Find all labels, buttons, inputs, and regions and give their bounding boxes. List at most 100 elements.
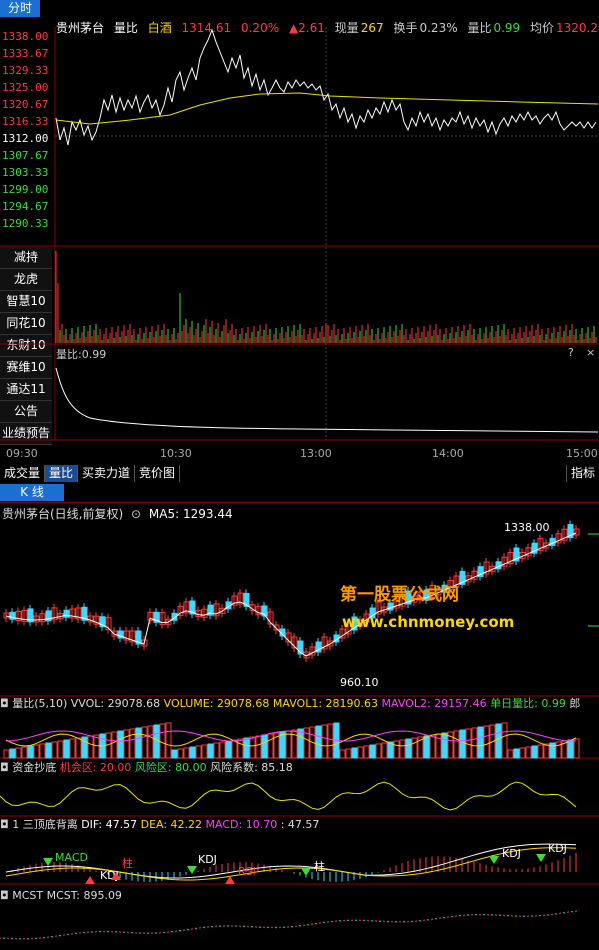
mcst-dot xyxy=(127,931,129,934)
volume-bar xyxy=(483,725,490,759)
volume-bar xyxy=(369,744,376,759)
volume-bar xyxy=(471,727,478,759)
mcst-dot xyxy=(59,934,61,937)
mavol1-label: MAVOL1: 28190.63 xyxy=(272,697,379,710)
volume-bar xyxy=(573,738,580,759)
volume-bar xyxy=(63,739,70,759)
tab-vol-ratio[interactable]: 量比 xyxy=(45,465,79,482)
mcst-dot xyxy=(27,937,29,940)
volume-bar xyxy=(315,725,322,759)
volume-bar xyxy=(249,736,256,759)
mcst-dot xyxy=(363,919,365,922)
volume-bar xyxy=(399,739,406,759)
volume-bar xyxy=(477,726,484,759)
volume-bar xyxy=(189,746,196,759)
volume-bar xyxy=(57,740,64,759)
mcst-dot xyxy=(143,932,145,934)
indicator-button[interactable]: 指标 xyxy=(565,465,595,482)
vol-pane-title[interactable]: 量比(5,10) xyxy=(12,697,67,710)
single-ratio-label: 单日量比: 0.99 xyxy=(490,697,566,710)
mcst-dot xyxy=(299,925,301,927)
help-icon[interactable]: ? xyxy=(568,346,574,359)
volume-bar xyxy=(213,742,220,759)
mcst-dot xyxy=(399,921,401,923)
mcst-dot xyxy=(283,926,285,929)
mcst-dot xyxy=(527,915,529,917)
mcst-dot xyxy=(379,920,381,922)
time-label-1400: 14:00 xyxy=(432,447,464,460)
tab-auction[interactable]: 竞价图 xyxy=(135,465,181,482)
mcst-dot xyxy=(479,913,481,916)
volume-bar xyxy=(351,747,358,759)
mcst-dot xyxy=(503,914,505,917)
time-label-0930: 09:30 xyxy=(6,447,38,460)
volume-bar xyxy=(123,729,130,759)
high-mark: 1338.00 xyxy=(504,521,550,534)
mcst-dot xyxy=(459,914,461,917)
mcst-dot xyxy=(107,930,109,933)
volume-bar xyxy=(441,732,448,759)
collapse-icon[interactable]: ◘ xyxy=(0,889,9,902)
volume-bar xyxy=(381,742,388,759)
volume-bar xyxy=(177,748,184,759)
mcst-dot xyxy=(215,925,217,928)
mcst-dot xyxy=(295,925,297,928)
mcst-dot xyxy=(319,922,321,924)
time-label-1500: 15:00 xyxy=(566,447,598,460)
collapse-icon[interactable]: ◘ xyxy=(0,761,9,774)
mcst-dot xyxy=(15,937,17,940)
risk-coef-label: 风险系数: 85.18 xyxy=(210,761,293,774)
volume-bar xyxy=(171,749,178,759)
volume-bar xyxy=(501,722,508,759)
mcst-dot xyxy=(303,924,305,927)
mcst-dot xyxy=(311,923,313,925)
volume-bar xyxy=(267,733,274,759)
intraday-chart xyxy=(0,27,599,441)
mcst-dot xyxy=(551,913,553,916)
mcst-dot xyxy=(263,926,265,929)
watermark-url: www.chnmoney.com xyxy=(342,613,515,631)
mcst-dot xyxy=(267,926,269,929)
mcst-dot xyxy=(179,929,181,932)
collapse-icon[interactable]: ◘ xyxy=(0,697,9,710)
down-arrow-icon xyxy=(301,868,311,876)
mcst-dot xyxy=(447,916,449,918)
mcst-dot xyxy=(199,927,201,929)
vol-ratio-curve xyxy=(55,367,599,433)
volume-bar xyxy=(3,749,10,759)
volume-bar xyxy=(243,737,250,759)
volume-bar xyxy=(225,740,232,759)
mcst-dot xyxy=(359,919,361,922)
tab-volume[interactable]: 成交量 xyxy=(0,465,46,482)
mcst-pane-title[interactable]: MCST xyxy=(12,889,43,902)
mcst-dot xyxy=(511,915,513,917)
mcst-dot xyxy=(475,913,477,916)
mcst-dot xyxy=(51,935,53,938)
tab-kline[interactable]: K 线 xyxy=(0,484,64,501)
mcst-dot xyxy=(47,936,49,938)
mcst-dot xyxy=(191,928,193,930)
volume-bar xyxy=(195,745,202,759)
time-label-1300: 13:00 xyxy=(300,447,332,460)
mcst-dot xyxy=(63,934,65,936)
volume-bar xyxy=(411,737,418,759)
mcst-dot xyxy=(147,932,149,934)
down-arrow-icon xyxy=(536,854,546,862)
mcst-dot xyxy=(55,935,57,937)
close-icon[interactable]: × xyxy=(586,346,595,359)
volume-bar xyxy=(357,746,364,759)
mcst-dot xyxy=(91,931,93,933)
collapse-icon[interactable]: ◘ xyxy=(0,818,9,831)
mcst-dot xyxy=(83,931,85,934)
mcst-dot xyxy=(287,926,289,928)
time-label-1030: 10:30 xyxy=(160,447,192,460)
mcst-dot xyxy=(371,919,373,922)
volume-bar xyxy=(69,738,76,759)
mcst-dot xyxy=(531,915,533,917)
mcst-dot xyxy=(171,930,173,933)
fund-pane-title[interactable]: 资金抄底 xyxy=(12,761,56,774)
macd-pane-title[interactable]: 1 三顶底背离 xyxy=(12,818,78,831)
volume-bar xyxy=(495,723,502,759)
mcst-dot xyxy=(39,937,41,939)
tab-buy-sell-power[interactable]: 买卖力道 xyxy=(78,465,136,482)
